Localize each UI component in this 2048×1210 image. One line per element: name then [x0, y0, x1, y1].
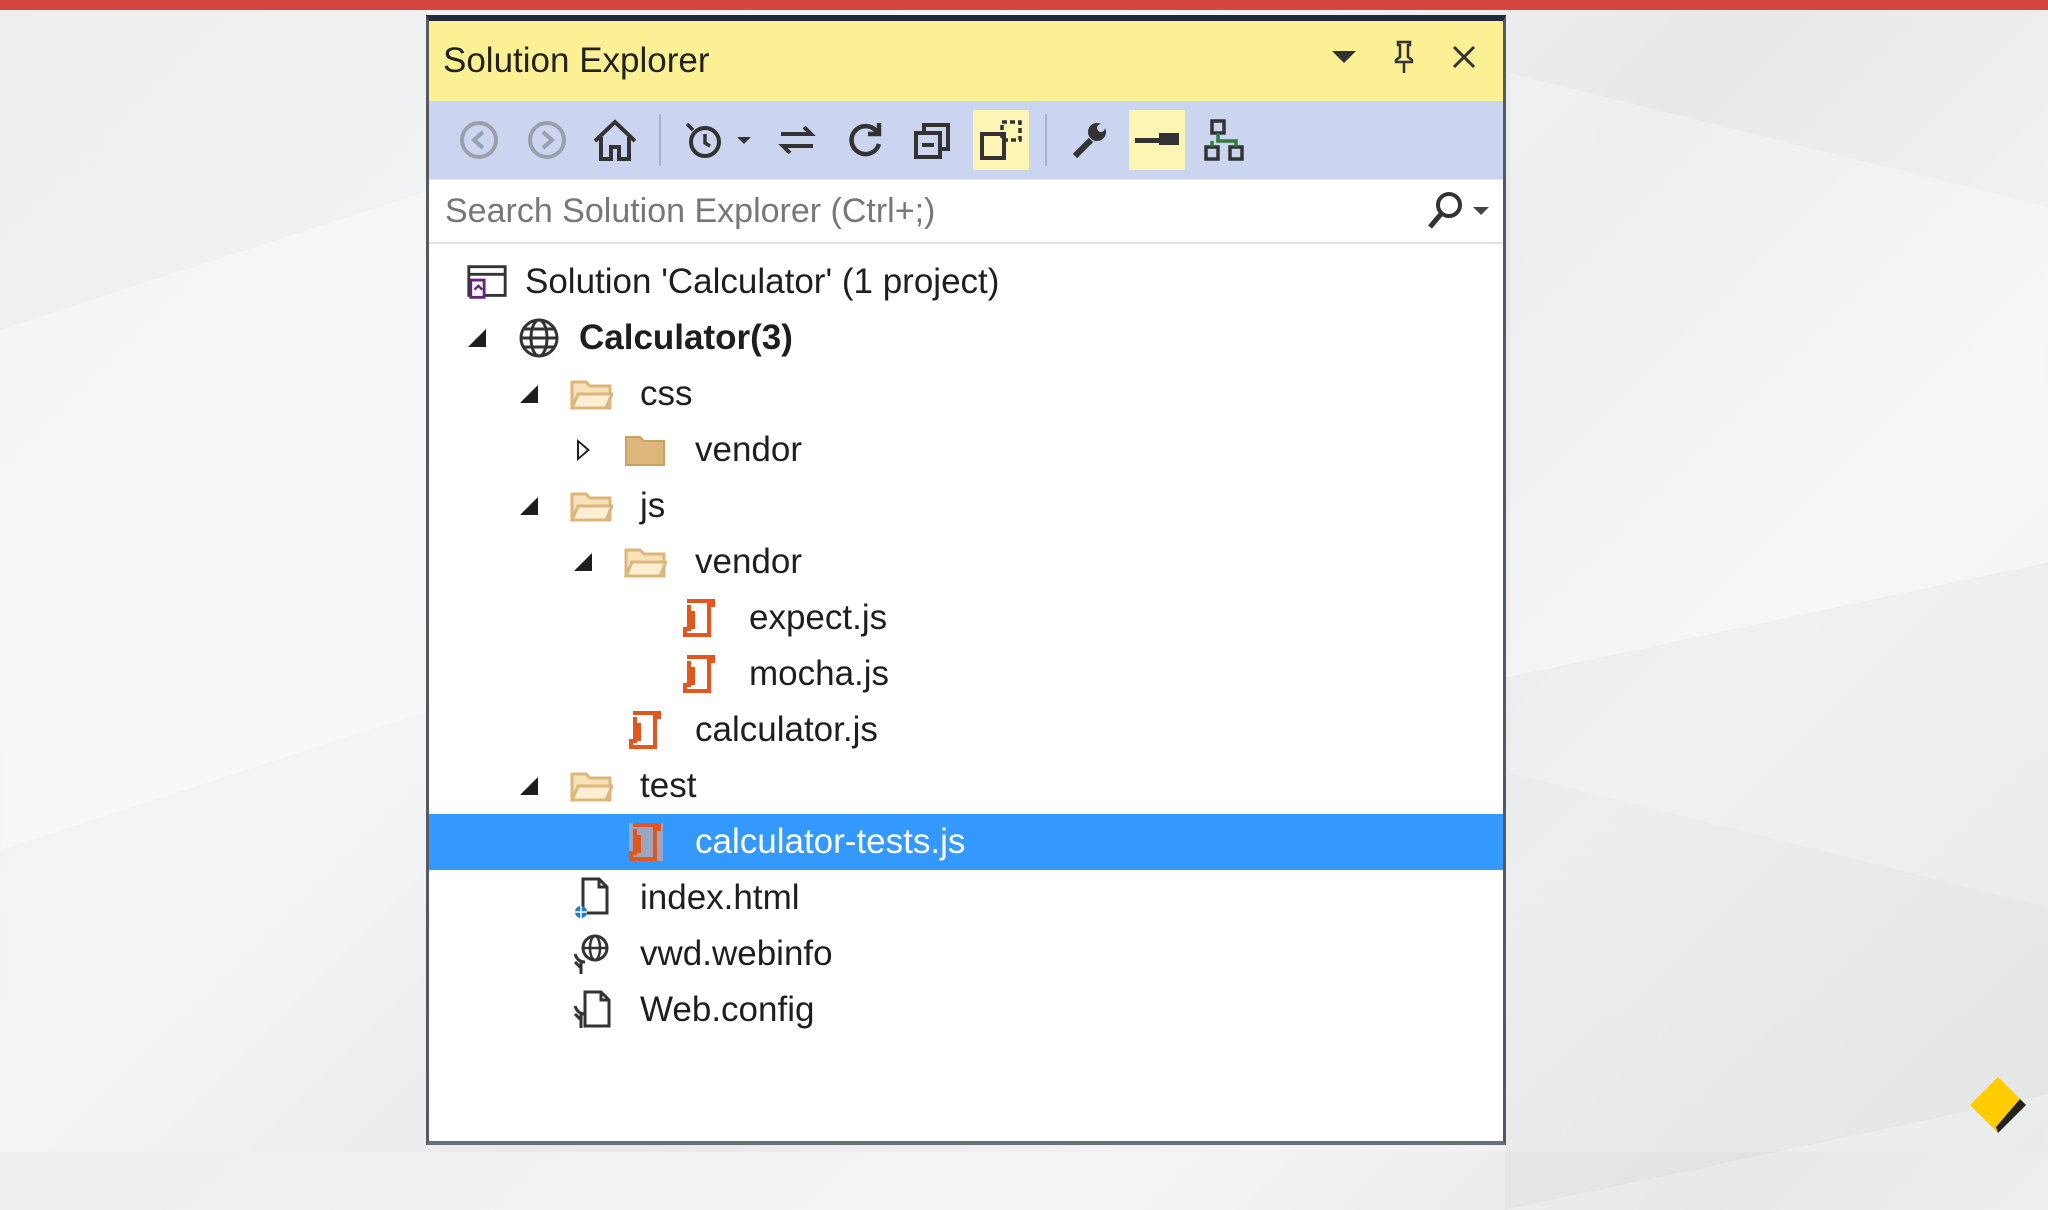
- toolbar: [429, 101, 1503, 179]
- back-icon[interactable]: [451, 110, 507, 170]
- toolbar-separator: [1045, 114, 1047, 166]
- tree-item-label: mocha.js: [749, 654, 890, 693]
- tree-item-file-calculator-tests-js[interactable]: calculator-tests.js: [429, 814, 1503, 870]
- tree-item-folder-css-vendor[interactable]: vendor: [429, 422, 1503, 478]
- tree-item-file-mocha-js[interactable]: mocha.js: [429, 646, 1503, 702]
- html-file-icon: [569, 876, 613, 920]
- tree-item-folder-js[interactable]: js: [429, 478, 1503, 534]
- expand-open-icon[interactable]: [465, 326, 489, 350]
- refresh-icon[interactable]: [837, 110, 893, 170]
- search-options-dropdown-icon[interactable]: [1473, 207, 1489, 215]
- config-file-icon: [569, 988, 613, 1032]
- folder-open-icon: [569, 484, 613, 528]
- tree-item-folder-css[interactable]: css: [429, 366, 1503, 422]
- panel-title: Solution Explorer: [443, 41, 710, 80]
- class-view-icon[interactable]: [1197, 110, 1253, 170]
- tree-item-file-web-config[interactable]: Web.config: [429, 982, 1503, 1038]
- web-project-globe-icon: [517, 316, 561, 360]
- expand-open-icon[interactable]: [517, 382, 541, 406]
- expand-open-icon[interactable]: [517, 774, 541, 798]
- pending-changes-dropdown-icon[interactable]: [737, 136, 751, 144]
- folder-open-icon: [569, 372, 613, 416]
- webinfo-file-icon: [569, 932, 613, 976]
- pin-icon[interactable]: [1387, 37, 1421, 77]
- tree-item-solution[interactable]: Solution 'Calculator' (1 project): [429, 254, 1503, 310]
- tree-item-label: calculator.js: [695, 710, 878, 749]
- tree-item-file-calculator-js[interactable]: calculator.js: [429, 702, 1503, 758]
- tree-item-label: expect.js: [749, 598, 888, 637]
- tree-item-file-expect-js[interactable]: expect.js: [429, 590, 1503, 646]
- expand-open-icon[interactable]: [571, 550, 595, 574]
- tree-item-label: js: [640, 486, 666, 525]
- tree-item-label: index.html: [640, 878, 800, 917]
- expand-closed-icon[interactable]: [571, 438, 595, 462]
- pending-changes-filter-icon[interactable]: [675, 110, 731, 170]
- show-all-files-icon[interactable]: [973, 110, 1029, 170]
- window-position-dropdown-icon[interactable]: [1327, 37, 1361, 77]
- sync-icon[interactable]: [769, 110, 825, 170]
- tree-item-project[interactable]: Calculator(3): [429, 310, 1503, 366]
- home-icon[interactable]: [587, 110, 643, 170]
- search-bar: [429, 179, 1503, 244]
- search-options[interactable]: [1425, 190, 1489, 232]
- toolbar-separator: [659, 114, 661, 166]
- properties-icon[interactable]: [1061, 110, 1117, 170]
- tree-item-label: test: [640, 766, 697, 805]
- collapse-all-icon[interactable]: [905, 110, 961, 170]
- top-accent-bar: [0, 0, 2048, 10]
- javascript-file-icon: [623, 708, 667, 752]
- tree-item-label: Web.config: [640, 990, 815, 1029]
- tree-item-label: vendor: [695, 542, 803, 581]
- javascript-file-icon: [623, 820, 667, 864]
- solution-tree: Solution 'Calculator' (1 project) Calcul…: [429, 244, 1503, 1038]
- tree-item-file-vwd-webinfo[interactable]: vwd.webinfo: [429, 926, 1503, 982]
- folder-open-icon: [569, 764, 613, 808]
- expand-open-icon[interactable]: [517, 494, 541, 518]
- title-controls: [1327, 37, 1481, 77]
- search-input[interactable]: [443, 190, 1347, 232]
- search-icon[interactable]: [1425, 190, 1465, 232]
- tree-item-file-index-html[interactable]: index.html: [429, 870, 1503, 926]
- folder-closed-icon: [623, 428, 667, 472]
- javascript-file-icon: [677, 596, 721, 640]
- folder-open-icon: [623, 540, 667, 584]
- tree-item-folder-js-vendor[interactable]: vendor: [429, 534, 1503, 590]
- preview-selected-icon[interactable]: [1129, 110, 1185, 170]
- tree-item-folder-test[interactable]: test: [429, 758, 1503, 814]
- tree-item-label: Calculator(3): [579, 318, 793, 357]
- close-icon[interactable]: [1447, 37, 1481, 77]
- solution-icon: [465, 260, 509, 304]
- background-facet: [0, 190, 430, 850]
- tree-item-label: calculator-tests.js: [695, 822, 966, 861]
- tree-item-label: css: [640, 374, 693, 413]
- brand-logo: [1968, 1075, 2028, 1135]
- tree-item-label: vwd.webinfo: [640, 934, 833, 973]
- tree-item-label: vendor: [695, 430, 803, 469]
- forward-icon[interactable]: [519, 110, 575, 170]
- background-facet: [1505, 562, 2048, 1209]
- javascript-file-icon: [677, 652, 721, 696]
- tree-item-label: Solution 'Calculator' (1 project): [525, 262, 1000, 301]
- solution-explorer-panel: Solution Explorer Search Solution Explor…: [426, 15, 1506, 1145]
- panel-titlebar: Solution Explorer: [429, 21, 1503, 101]
